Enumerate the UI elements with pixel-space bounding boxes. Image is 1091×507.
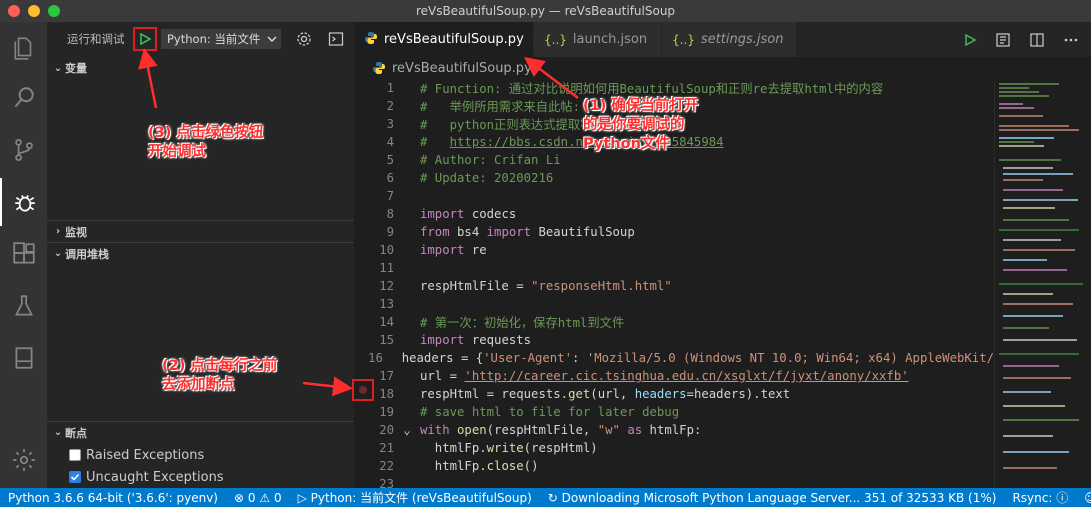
debug-config-value: Python: 当前文件 bbox=[167, 31, 261, 46]
code-line: 16 headers = {'User-Agent': 'Mozilla/5.0 … bbox=[368, 351, 994, 365]
debug-sidebar: 运行和调试 Python: 当前文件 ⌄ 变量 › 监视 ⌄ 调用堆栈 ⌄ 断点… bbox=[47, 22, 354, 488]
zoom-window-button[interactable] bbox=[48, 5, 60, 17]
tab-settings-json[interactable]: {..} settings.json bbox=[662, 22, 797, 57]
tab-launch-json[interactable]: {..} launch.json bbox=[534, 22, 662, 57]
feedback-icon[interactable]: ☺ bbox=[1076, 491, 1091, 505]
code-line: 11 bbox=[379, 261, 394, 275]
test-flask-icon[interactable] bbox=[0, 282, 47, 330]
uncaught-exceptions-checkbox[interactable] bbox=[69, 471, 81, 483]
debug-toolbar: 运行和调试 Python: 当前文件 bbox=[47, 22, 354, 55]
chevron-down-icon bbox=[267, 36, 277, 42]
bookmark-icon[interactable] bbox=[0, 334, 47, 382]
problems-status[interactable]: ⊗ 0 ⚠ 0 bbox=[226, 491, 290, 505]
python-file-icon bbox=[364, 31, 378, 48]
json-file-icon: {..} bbox=[544, 32, 567, 47]
uncaught-exceptions-option[interactable]: Uncaught Exceptions bbox=[69, 466, 224, 488]
more-actions-icon[interactable] bbox=[1063, 32, 1079, 48]
editor-tabs: reVsBeautifulSoup.py × {..} launch.json … bbox=[354, 22, 1091, 57]
debug-config-select[interactable]: Python: 当前文件 bbox=[161, 28, 281, 49]
window-title: reVsBeautifulSoup.py — reVsBeautifulSoup bbox=[415, 4, 676, 18]
code-line: 21 htmlFp. write (respHtml) bbox=[379, 441, 598, 455]
open-launch-json-icon[interactable] bbox=[295, 30, 313, 48]
code-line: 19 # save html to file for later debug bbox=[379, 405, 680, 419]
warning-icon: ⚠ bbox=[259, 490, 271, 505]
debug-config-status[interactable]: ▷ Python: 当前文件 (reVsBeautifulSoup) bbox=[290, 489, 540, 506]
chevron-down-icon: ⌄ bbox=[53, 427, 63, 438]
play-icon: ▷ bbox=[297, 490, 307, 505]
variables-label: 变量 bbox=[65, 62, 87, 75]
search-icon[interactable] bbox=[0, 74, 47, 122]
raised-exceptions-checkbox[interactable] bbox=[69, 449, 81, 461]
activity-bar bbox=[0, 22, 47, 488]
json-file-icon: {..} bbox=[672, 32, 695, 47]
code-line: 8 import codecs bbox=[386, 207, 517, 221]
chevron-down-icon: ⌄ bbox=[53, 62, 63, 74]
code-line: 7 bbox=[386, 189, 394, 203]
annotation-3: (3) 点击绿色按钮 开始调试 bbox=[148, 125, 264, 160]
call-stack-label: 调用堆栈 bbox=[65, 247, 109, 261]
debug-view-title: 运行和调试 bbox=[67, 31, 125, 46]
explorer-icon[interactable] bbox=[0, 24, 47, 72]
debug-icon[interactable] bbox=[0, 178, 47, 226]
window-controls bbox=[8, 5, 60, 17]
open-preview-icon[interactable] bbox=[995, 32, 1011, 48]
variables-section-header[interactable]: ⌄ 变量 bbox=[47, 57, 354, 79]
tab-label: settings.json bbox=[700, 32, 784, 47]
code-line: 13 bbox=[379, 297, 394, 311]
debug-console-icon[interactable] bbox=[327, 30, 345, 48]
raised-exceptions-label: Raised Exceptions bbox=[86, 447, 205, 463]
raised-exceptions-option[interactable]: Raised Exceptions bbox=[69, 444, 204, 466]
fold-chevron-icon[interactable]: ⌄ bbox=[394, 423, 420, 437]
chevron-down-icon: ⌄ bbox=[53, 248, 63, 259]
rsync-status[interactable]: Rsync: ⓘ bbox=[1004, 489, 1076, 506]
split-editor-icon[interactable] bbox=[1029, 32, 1045, 48]
title-bar: reVsBeautifulSoup.py — reVsBeautifulSoup bbox=[0, 0, 1091, 22]
run-file-icon[interactable] bbox=[963, 33, 977, 47]
breadcrumb-file: reVsBeautifulSoup.py bbox=[392, 60, 532, 76]
annotation-1: (1) 确保当前打开 的是你要调试的 Python文件 bbox=[583, 98, 699, 152]
checkmark-icon bbox=[70, 473, 80, 481]
uncaught-exceptions-label: Uncaught Exceptions bbox=[86, 469, 224, 485]
code-line: 20 ⌄ with open (respHtmlFile, "w" as htmlFp… bbox=[379, 423, 702, 437]
start-debugging-button[interactable] bbox=[133, 26, 157, 51]
breakpoint-highlight-box bbox=[352, 379, 374, 401]
editor-actions bbox=[963, 22, 1091, 57]
error-icon: ⊗ bbox=[234, 490, 245, 505]
watch-label: 监视 bbox=[65, 225, 87, 239]
close-window-button[interactable] bbox=[8, 5, 20, 17]
call-stack-section-header[interactable]: ⌄ 调用堆栈 bbox=[47, 242, 354, 264]
breakpoints-section-header[interactable]: ⌄ 断点 bbox=[47, 421, 354, 443]
breakpoints-label: 断点 bbox=[65, 426, 87, 440]
code-line: 14 # 第一次：初始化，保存html到文件 bbox=[379, 315, 625, 330]
annotation-2: (2) 点击每行之前 去添加断点 bbox=[162, 358, 278, 393]
code-line: 17 url = 'http://career.cic.tsinghua.edu.… bbox=[379, 369, 909, 383]
code-line: 15 import requests bbox=[379, 333, 532, 347]
tab-label: reVsBeautifulSoup.py bbox=[384, 32, 524, 47]
code-line: 9 from bs4 import BeautifulSoup bbox=[386, 225, 635, 239]
extensions-icon[interactable] bbox=[0, 230, 47, 278]
chevron-right-icon: › bbox=[55, 226, 61, 237]
code-line: 22 htmlFp. close() bbox=[379, 459, 539, 473]
rsync-info-icon: ⓘ bbox=[1056, 491, 1069, 505]
status-bar: Python 3.6.6 64-bit ('3.6.6': pyenv) ⊗ 0… bbox=[0, 488, 1091, 507]
settings-gear-icon[interactable] bbox=[0, 436, 47, 484]
python-file-icon bbox=[373, 62, 385, 74]
breadcrumb[interactable]: reVsBeautifulSoup.py bbox=[354, 57, 1091, 79]
code-line: 6 # Update: 20200216 bbox=[386, 171, 554, 185]
code-line: 23 bbox=[379, 477, 394, 488]
code-line: 10 import re bbox=[379, 243, 487, 257]
sync-icon: ↻ bbox=[547, 490, 558, 505]
watch-section-header[interactable]: › 监视 bbox=[47, 220, 354, 242]
tab-reVsBeautifulSoup[interactable]: reVsBeautifulSoup.py × bbox=[354, 22, 543, 57]
code-line: 1 # Function: 通过对比说明如何用BeautifulSoup和正则re… bbox=[386, 81, 884, 96]
source-control-icon[interactable] bbox=[0, 126, 47, 174]
minimize-window-button[interactable] bbox=[28, 5, 40, 17]
play-icon bbox=[140, 32, 151, 45]
code-line: 12 respHtmlFile = "responseHtml.html" bbox=[379, 279, 672, 293]
minimap[interactable] bbox=[994, 79, 1091, 488]
tab-label: launch.json bbox=[572, 32, 648, 47]
download-status: ↻ Downloading Microsoft Python Language … bbox=[547, 490, 997, 505]
code-line: 18 respHtml = requests. get (url, headers =h… bbox=[379, 387, 791, 401]
python-interpreter-status[interactable]: Python 3.6.6 64-bit ('3.6.6': pyenv) bbox=[0, 491, 226, 505]
